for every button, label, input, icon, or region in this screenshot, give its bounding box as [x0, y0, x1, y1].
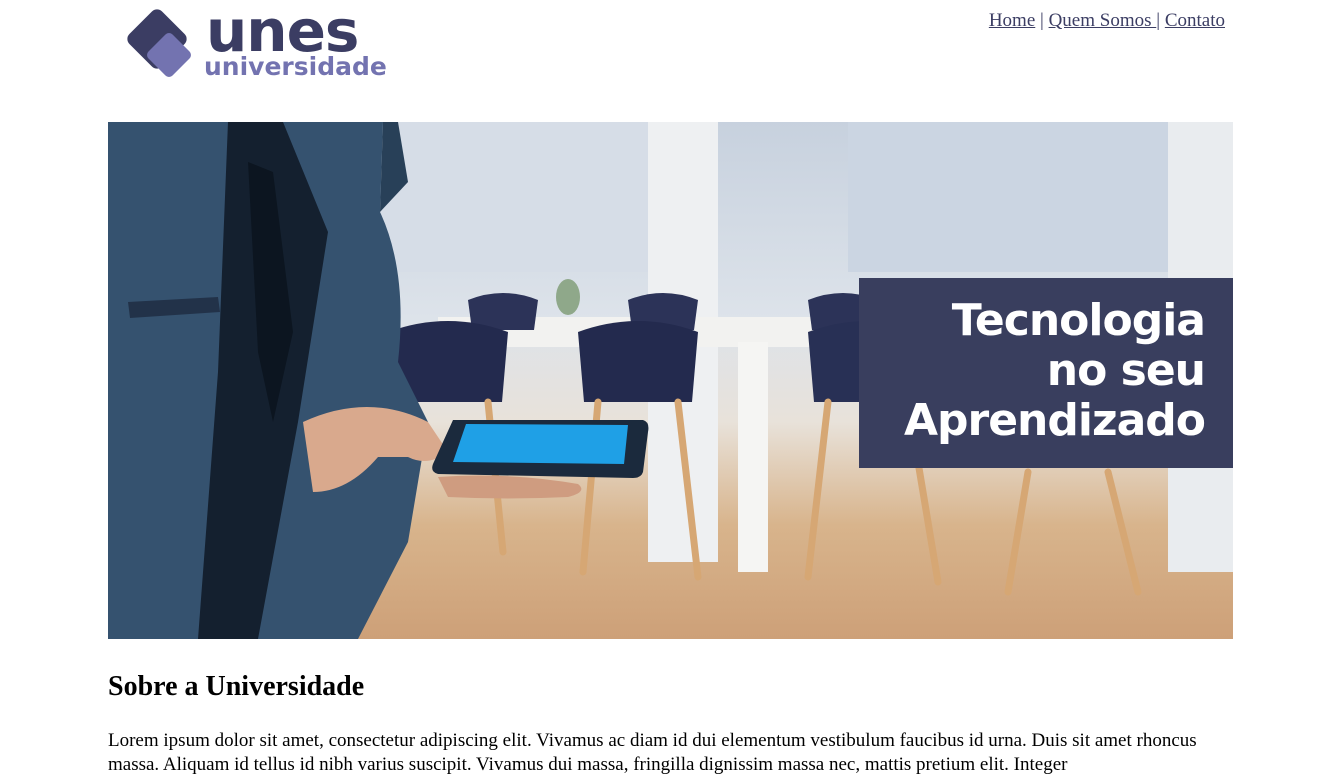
hero-headline: Tecnologia no seu Aprendizado [903, 295, 1206, 446]
nav-link-quem-somos[interactable]: Quem Somos [1049, 10, 1157, 31]
nav-separator: | [1156, 10, 1161, 31]
nav-separator: | [1040, 10, 1044, 31]
nav-link-contato[interactable]: Contato [1165, 10, 1225, 31]
hero-headline-box: Tecnologia no seu Aprendizado [859, 278, 1233, 468]
nav-link-home[interactable]: Home [989, 10, 1035, 31]
logo-sub-text: universidade [204, 52, 387, 81]
hero-headline-line: no seu [1046, 345, 1206, 396]
main-nav: Home | Quem Somos | Contato [989, 10, 1225, 32]
logo[interactable]: unes universidade [120, 2, 390, 84]
hero-headline-line: Aprendizado [903, 395, 1206, 446]
hero-banner: Tecnologia no seu Aprendizado [108, 122, 1233, 639]
section-paragraph: Lorem ipsum dolor sit amet, consectetur … [108, 730, 1197, 775]
logo-diamond-icon [127, 9, 191, 77]
hero-headline-line: Tecnologia [951, 295, 1206, 346]
section-title: Sobre a Universidade [108, 671, 365, 702]
